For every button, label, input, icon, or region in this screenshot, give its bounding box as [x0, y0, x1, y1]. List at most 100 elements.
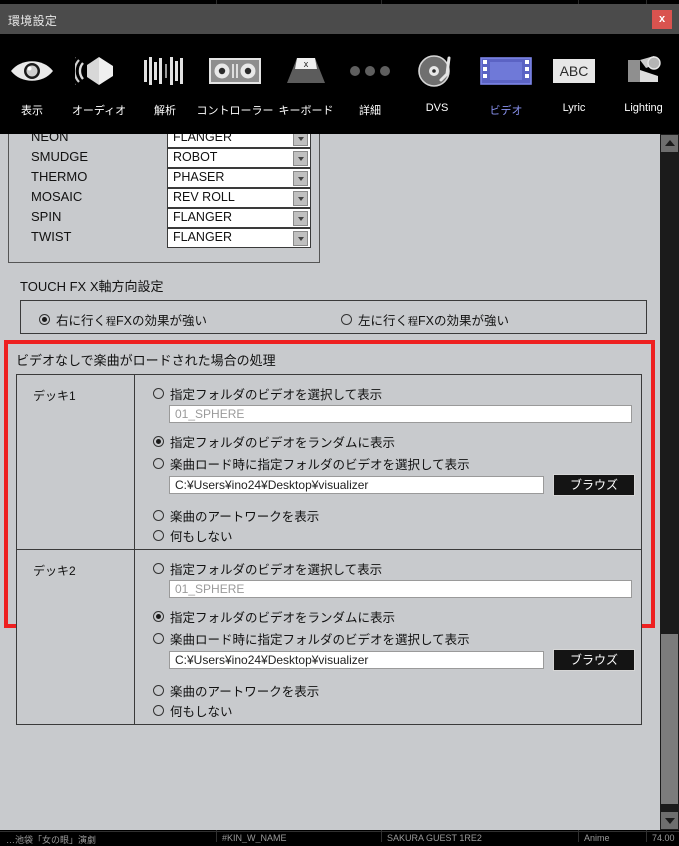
table-row: SPIN FLANGER — [9, 208, 319, 228]
chevron-down-icon[interactable] — [293, 151, 308, 166]
field-value: C:¥Users¥ino24¥Desktop¥visualizer — [175, 653, 369, 667]
fx-name: SPIN — [31, 209, 62, 224]
tab-advanced[interactable]: 詳細 — [338, 34, 402, 134]
deck1-browse-button[interactable]: ブラウズ — [553, 474, 635, 496]
radio-deck1-nothing[interactable]: 何もしない — [153, 526, 233, 545]
tab-label: 解析 — [154, 105, 176, 117]
keyboard-key-icon: x — [274, 44, 338, 98]
tab-analysis[interactable]: 解析 — [134, 34, 196, 134]
fx-select-dropdown[interactable]: REV ROLL — [167, 188, 311, 208]
field-value: 01_SPHERE — [175, 407, 245, 421]
ellipsis-icon — [338, 44, 402, 98]
fx-select-value: PHASER — [173, 170, 225, 184]
backdrop-cell: …池袋「女の眼」演劇 — [6, 835, 97, 845]
tab-label: Lighting — [624, 102, 663, 114]
deck-label: デッキ1 — [33, 389, 76, 403]
fx-select-value: FLANGER — [173, 134, 233, 144]
table-row: TWIST FLANGER — [9, 228, 319, 248]
deck-name-cell: デッキ2 — [17, 550, 135, 724]
tab-keyboard[interactable]: x キーボード — [274, 34, 338, 134]
radio-label: 楽曲のアートワークを表示 — [170, 510, 320, 524]
radio-indicator — [153, 436, 164, 447]
deck2-path-field[interactable]: C:¥Users¥ino24¥Desktop¥visualizer — [169, 651, 544, 669]
radio-label: 指定フォルダのビデオをランダムに表示 — [170, 611, 396, 625]
moving-head-light-icon — [608, 44, 679, 98]
deck1-folder-video-field[interactable]: 01_SPHERE — [169, 405, 632, 423]
window-title: 環境設定 — [8, 14, 58, 28]
radio-deck2-select-folder-video[interactable]: 指定フォルダのビデオを選択して表示 — [153, 559, 382, 578]
fx-select-dropdown[interactable]: FLANGER — [167, 208, 311, 228]
speaker-icon — [64, 44, 134, 98]
preferences-window: 環境設定 x 表示 オーディオ 解析 コントローラー x キーボード 詳細 DV… — [0, 0, 679, 830]
radio-indicator — [153, 705, 164, 716]
radio-label: 指定フォルダのビデオを選択して表示 — [170, 388, 383, 402]
title-bar: 環境設定 x — [0, 4, 679, 34]
radio-deck2-artwork[interactable]: 楽曲のアートワークを表示 — [153, 681, 319, 700]
fx-select-dropdown[interactable]: ROBOT — [167, 148, 311, 168]
radio-indicator — [153, 458, 164, 469]
radio-indicator — [153, 611, 164, 622]
preferences-tab-bar: 表示 オーディオ 解析 コントローラー x キーボード 詳細 DVS ビデオ A… — [0, 34, 679, 134]
deck2-browse-button[interactable]: ブラウズ — [553, 649, 635, 671]
deck-row-2: デッキ2 指定フォルダのビデオを選択して表示 01_SPHERE 指定フォルダの… — [17, 550, 641, 724]
radio-deck2-nothing[interactable]: 何もしない — [153, 701, 233, 720]
tab-lyric[interactable]: ABC Lyric — [540, 34, 608, 134]
tab-audio[interactable]: オーディオ — [64, 34, 134, 134]
deck-label: デッキ2 — [33, 564, 76, 578]
scroll-down-arrow-icon[interactable] — [661, 812, 678, 829]
chevron-down-icon[interactable] — [293, 191, 308, 206]
tab-dvs[interactable]: DVS — [402, 34, 472, 134]
close-icon[interactable]: x — [652, 10, 672, 29]
radio-deck1-select-on-load[interactable]: 楽曲ロード時に指定フォルダのビデオを選択して表示 — [153, 454, 470, 473]
fx-name: SMUDGE — [31, 149, 89, 164]
radio-touchfx-right[interactable]: 右に行く程FXの効果が強い — [39, 310, 207, 329]
fx-select-dropdown[interactable]: PHASER — [167, 168, 311, 188]
deck1-path-field[interactable]: C:¥Users¥ino24¥Desktop¥visualizer — [169, 476, 544, 494]
tab-label: 表示 — [21, 105, 43, 117]
fx-select-dropdown[interactable]: FLANGER — [167, 228, 311, 248]
radio-indicator — [153, 530, 164, 541]
fx-select-value: ROBOT — [173, 150, 218, 164]
fx-name: TWIST — [31, 229, 72, 244]
table-row: MOSAIC REV ROLL — [9, 188, 319, 208]
fx-name: NEON — [31, 134, 69, 144]
fx-select-value: REV ROLL — [173, 190, 235, 204]
radio-indicator — [153, 510, 164, 521]
tab-display[interactable]: 表示 — [0, 34, 64, 134]
tab-label: ビデオ — [489, 105, 523, 117]
svg-text:ABC: ABC — [560, 63, 589, 79]
svg-text:x: x — [304, 59, 309, 69]
tab-lighting[interactable]: Lighting — [608, 34, 679, 134]
radio-deck2-random-folder-video[interactable]: 指定フォルダのビデオをランダムに表示 — [153, 607, 395, 626]
chevron-down-icon[interactable] — [293, 134, 308, 146]
preferences-scroll-viewport: NEON FLANGER SMUDGE ROBOT THERMO PHASER … — [0, 134, 679, 830]
scrollbar-thumb[interactable] — [661, 634, 678, 804]
radio-label: 何もしない — [170, 705, 233, 719]
tab-video[interactable]: ビデオ — [472, 34, 540, 134]
abc-icon: ABC — [540, 44, 608, 98]
deck2-folder-video-field[interactable]: 01_SPHERE — [169, 580, 632, 598]
radio-touchfx-left[interactable]: 左に行く程FXの効果が強い — [341, 310, 509, 329]
radio-deck2-select-on-load[interactable]: 楽曲ロード時に指定フォルダのビデオを選択して表示 — [153, 629, 470, 648]
chevron-down-icon[interactable] — [293, 171, 308, 186]
scroll-up-arrow-icon[interactable] — [661, 135, 678, 152]
radio-deck1-random-folder-video[interactable]: 指定フォルダのビデオをランダムに表示 — [153, 432, 395, 451]
vertical-scrollbar[interactable] — [660, 134, 679, 830]
chevron-down-icon[interactable] — [293, 211, 308, 226]
fx-assign-table: NEON FLANGER SMUDGE ROBOT THERMO PHASER … — [8, 134, 320, 263]
turntable-icon — [402, 44, 472, 98]
radio-indicator — [153, 388, 164, 399]
deck-options: 指定フォルダのビデオを選択して表示 01_SPHERE 指定フォルダのビデオをラ… — [135, 375, 641, 549]
radio-deck1-select-folder-video[interactable]: 指定フォルダのビデオを選択して表示 — [153, 384, 382, 403]
tab-label: Lyric — [562, 102, 586, 114]
fx-select-dropdown[interactable]: FLANGER — [167, 134, 311, 148]
fx-name: THERMO — [31, 169, 88, 184]
radio-deck1-artwork[interactable]: 楽曲のアートワークを表示 — [153, 506, 319, 525]
field-value: 01_SPHERE — [175, 582, 245, 596]
tab-label: DVS — [425, 102, 449, 114]
tab-controller[interactable]: コントローラー — [196, 34, 274, 134]
radio-indicator — [153, 685, 164, 696]
waveform-icon — [134, 44, 196, 98]
chevron-down-icon[interactable] — [293, 231, 308, 246]
tab-label: キーボード — [278, 105, 334, 117]
